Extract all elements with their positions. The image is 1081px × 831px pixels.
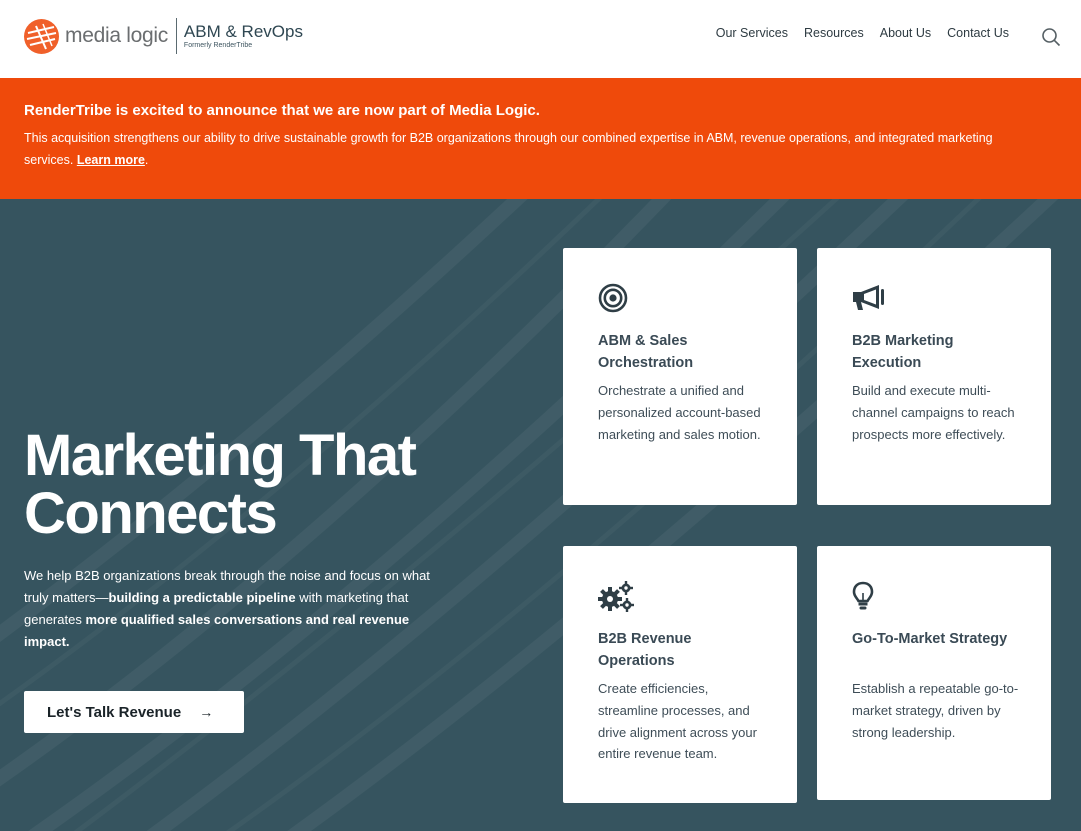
card-text: Create efficiencies, streamline processe… [598,681,757,762]
hero-description: We help B2B organizations break through … [24,565,434,653]
logo[interactable]: media logic ABM & RevOps Formerly Render… [24,18,303,54]
nav-resources[interactable]: Resources [804,26,864,40]
media-logic-logo-icon [24,18,59,54]
logo-subtitle: Formerly RenderTribe [183,42,253,49]
search-icon[interactable] [1041,27,1061,47]
target-icon [598,283,628,313]
service-card-gtm[interactable]: Go-To-Market Strategy Establish a repeat… [817,546,1051,800]
logo-divider [175,18,177,54]
learn-more-link[interactable]: Learn more [77,153,145,167]
main-nav: Our Services Resources About Us Contact … [716,26,1009,40]
logo-wordmark: media logic [65,24,168,47]
hero-title-line2: Connects [24,481,278,546]
card-title: B2B Marketing Execution [852,333,954,371]
hero-desc-bold1: building a predictable pipeline [108,590,296,605]
hero-section: Marketing That Connects We help B2B orga… [0,199,1081,831]
nav-our-services[interactable]: Our Services [716,26,788,40]
announcement-banner: RenderTribe is excited to announce that … [0,78,1081,199]
card-title: B2B Revenue Operations [598,631,692,669]
banner-suffix: . [144,153,149,167]
card-text: Establish a repeatable go-to-market stra… [852,681,1019,740]
banner-body: This acquisition strengthens our ability… [24,127,1024,171]
nav-contact-us[interactable]: Contact Us [947,26,1009,40]
banner-body-text: This acquisition strengthens our ability… [24,131,993,167]
banner-headline: RenderTribe is excited to announce that … [24,102,540,119]
card-text: Orchestrate a unified and personalized a… [598,383,761,442]
service-card-marketing[interactable]: B2B Marketing Execution Build and execut… [817,248,1051,505]
lightbulb-icon [852,581,882,611]
hero-title-line1: Marketing That [24,423,417,488]
card-title: Go-To-Market Strategy [852,631,1008,647]
megaphone-icon [852,283,884,313]
nav-about-us[interactable]: About Us [880,26,931,40]
arrow-right-icon: → [199,704,214,720]
logo-subtitle-block: ABM & RevOps Formerly RenderTribe [183,22,303,50]
logo-title: ABM & RevOps [183,22,303,41]
hero-title: Marketing That Connects [24,427,544,543]
gears-icon [598,581,634,612]
site-header: media logic ABM & RevOps Formerly Render… [0,0,1081,78]
card-text: Build and execute multi-channel campaign… [852,383,1015,442]
service-card-revops[interactable]: B2B Revenue Operations Create efficienci… [563,546,797,803]
service-card-abm[interactable]: ABM & Sales Orchestration Orchestrate a … [563,248,797,505]
cta-label: Let's Talk Revenue [47,703,182,721]
lets-talk-revenue-button[interactable]: Let's Talk Revenue → [24,691,244,733]
card-title: ABM & Sales Orchestration [598,333,694,371]
